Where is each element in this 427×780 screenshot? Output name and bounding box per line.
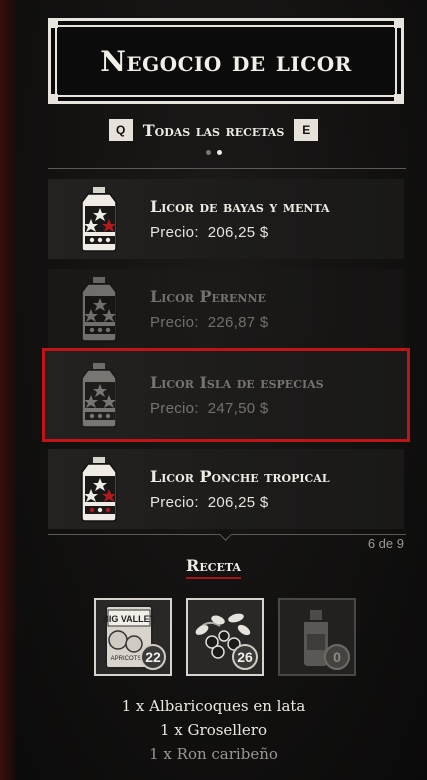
- svg-text:BIG VALLEY: BIG VALLEY: [102, 614, 155, 624]
- ingredient-slot[interactable]: 26: [186, 598, 264, 676]
- ingredient-line: 1 x Grosellero: [160, 721, 267, 739]
- list-item-selected[interactable]: Licor Isla de especias Precio: 247,50 $: [42, 348, 410, 442]
- svg-text:APRICOTS: APRICOTS: [111, 656, 142, 662]
- ingredient-list: 1 x Albaricoques en lata 1 x Grosellero …: [0, 694, 427, 766]
- ingredient-count: 26: [232, 644, 258, 670]
- recipe-price: Precio: 206,25 $: [150, 494, 269, 511]
- ingredient-count: 0: [324, 644, 350, 670]
- moonshine-jug-icon: [81, 187, 117, 252]
- ingredient-line-missing: 1 x Ron caribeño: [149, 745, 278, 763]
- page-dot-active: [216, 150, 222, 155]
- recipe-name: Licor Perenne: [150, 287, 266, 306]
- moonshine-jug-icon: [81, 363, 117, 428]
- ingredient-line: 1 x Albaricoques en lata: [121, 697, 306, 715]
- recipe-price: Precio: 247,50 $: [150, 400, 269, 417]
- recipe-section-header: Receta: [0, 556, 427, 579]
- page-dot: [205, 150, 211, 155]
- ingredient-slot-unavailable[interactable]: 0: [278, 598, 356, 676]
- ingredient-slot[interactable]: BIG VALLEY APRICOTS 22: [94, 598, 172, 676]
- prev-filter-button[interactable]: Q: [108, 119, 133, 141]
- recipe-filter: Q Todas las recetas E: [0, 117, 427, 143]
- recipe-name: Licor de bayas y menta: [150, 197, 330, 216]
- list-divider-top: [48, 168, 406, 169]
- recipe-name: Licor Isla de especias: [150, 373, 324, 392]
- list-pointer: [219, 528, 232, 541]
- ingredient-row: BIG VALLEY APRICOTS 22 26 0: [94, 598, 356, 676]
- list-item[interactable]: Licor de bayas y menta Precio: 206,25 $: [48, 179, 404, 259]
- recipe-price: Precio: 206,25 $: [150, 224, 269, 241]
- ingredient-count: 22: [140, 644, 166, 670]
- list-item[interactable]: Licor Perenne Precio: 226,87 $: [48, 269, 404, 349]
- filter-label: Todas las recetas: [142, 120, 285, 140]
- recipe-price: Precio: 226,87 $: [150, 314, 269, 331]
- item-counter: 6 de 9: [367, 536, 404, 551]
- recipe-title: Receta: [186, 556, 241, 579]
- moonshine-jug-icon: [81, 277, 117, 342]
- title-banner: Negocio de licor: [48, 18, 404, 104]
- recipe-name: Licor Ponche tropical: [150, 467, 330, 486]
- page-dots: [0, 150, 427, 155]
- next-filter-button[interactable]: E: [294, 119, 319, 141]
- moonshine-jug-icon: [81, 457, 117, 522]
- list-item[interactable]: Licor Ponche tropical Precio: 206,25 $: [48, 449, 404, 529]
- page-title: Negocio de licor: [100, 44, 352, 78]
